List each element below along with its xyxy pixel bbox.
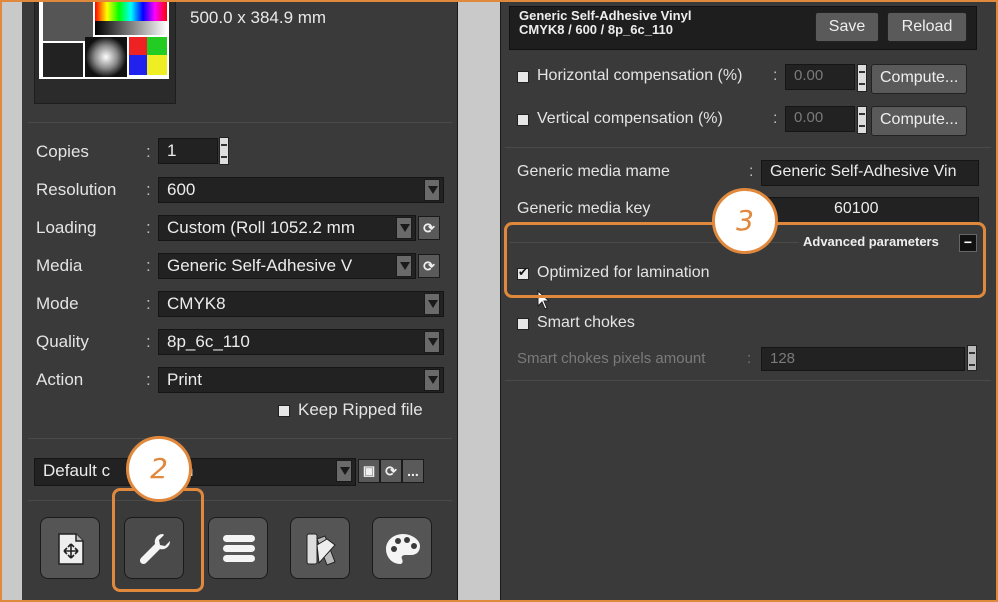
- annotation-frame: [0, 0, 998, 602]
